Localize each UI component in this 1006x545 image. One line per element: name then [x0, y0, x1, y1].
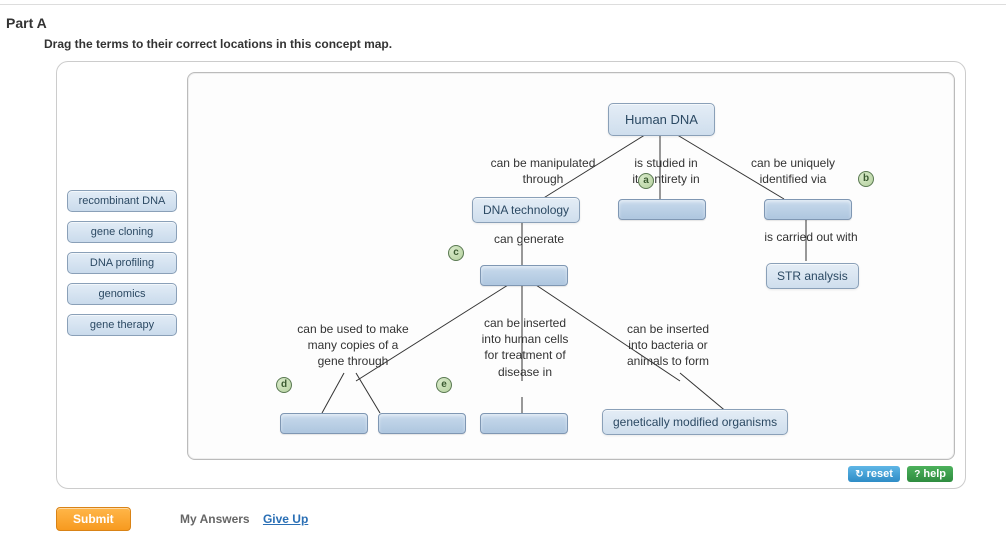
- term-gene-cloning[interactable]: gene cloning: [67, 221, 177, 243]
- my-answers-label: My Answers: [180, 512, 250, 526]
- concept-map-panel: recombinant DNA gene cloning DNA profili…: [56, 61, 966, 489]
- node-str-analysis: STR analysis: [766, 263, 859, 289]
- node-human-dna: Human DNA: [608, 103, 715, 136]
- node-dna-technology: DNA technology: [472, 197, 580, 223]
- badge-c: c: [448, 245, 464, 261]
- badge-b: b: [858, 171, 874, 187]
- drop-slot-a[interactable]: [618, 199, 706, 220]
- edge-can-generate: can generate: [484, 231, 574, 247]
- help-icon: ?: [914, 469, 920, 480]
- map-toolbar: ↻ reset ?help: [844, 466, 953, 482]
- drop-slot-d-right[interactable]: [378, 413, 466, 434]
- edge-inserted-cells: can be insertedinto human cellsfor treat…: [460, 315, 590, 380]
- badge-d: d: [276, 377, 292, 393]
- edge-inserted-bacteria: can be insertedinto bacteria oranimals t…: [608, 321, 728, 370]
- badge-a: a: [638, 173, 654, 189]
- drop-slot-c[interactable]: [480, 265, 568, 286]
- term-dna-profiling[interactable]: DNA profiling: [67, 252, 177, 274]
- instructions-text: Drag the terms to their correct location…: [0, 37, 1006, 61]
- term-genomics[interactable]: genomics: [67, 283, 177, 305]
- drop-slot-e[interactable]: [480, 413, 568, 434]
- badge-e: e: [436, 377, 452, 393]
- term-recombinant-dna[interactable]: recombinant DNA: [67, 190, 177, 212]
- help-label: help: [923, 468, 946, 480]
- part-title: Part A: [0, 11, 1006, 37]
- edge-can-be-manipulated: can be manipulatedthrough: [478, 155, 608, 187]
- drop-slot-b[interactable]: [764, 199, 852, 220]
- node-gmo: genetically modified organisms: [602, 409, 788, 435]
- edge-is-studied-in: is studied inits entirety in: [621, 155, 711, 187]
- footer-bar: Submit My Answers Give Up: [0, 501, 1006, 545]
- reset-label: reset: [867, 468, 893, 480]
- term-gene-therapy[interactable]: gene therapy: [67, 314, 177, 336]
- edge-carried-out-with: is carried out with: [756, 229, 866, 245]
- reset-icon: ↻: [855, 469, 863, 480]
- drop-slot-d-left[interactable]: [280, 413, 368, 434]
- submit-button[interactable]: Submit: [56, 507, 131, 531]
- give-up-link[interactable]: Give Up: [263, 512, 308, 526]
- concept-map-canvas: Human DNA can be manipulatedthrough is s…: [187, 72, 955, 460]
- reset-button[interactable]: ↻ reset: [848, 466, 900, 482]
- term-palette: recombinant DNA gene cloning DNA profili…: [67, 190, 177, 345]
- edge-many-copies: can be used to makemany copies of agene …: [288, 321, 418, 370]
- edge-uniquely-identified: can be uniquelyidentified via: [738, 155, 848, 187]
- help-button[interactable]: ?help: [907, 466, 953, 482]
